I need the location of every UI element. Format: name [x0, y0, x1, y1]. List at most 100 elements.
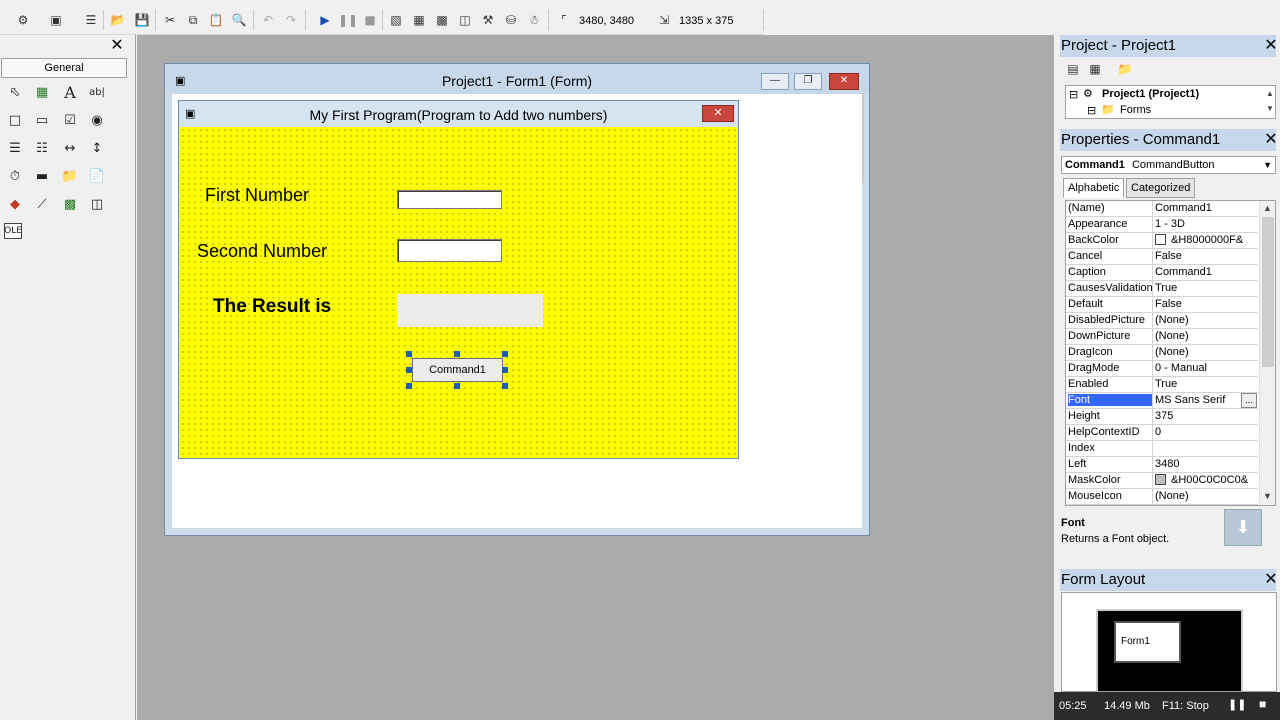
- object-selector[interactable]: Command1 CommandButton ▼: [1061, 156, 1276, 174]
- add-project-icon[interactable]: ⚙: [14, 11, 32, 29]
- ellipsis-button[interactable]: ...: [1241, 393, 1257, 408]
- project-explorer-close-icon[interactable]: ✕: [1261, 35, 1280, 57]
- label-first-number[interactable]: First Number: [205, 185, 309, 206]
- scroll-thumb[interactable]: [1262, 217, 1274, 367]
- break-icon[interactable]: ❚❚: [338, 11, 358, 29]
- copy-icon[interactable]: ⧉: [184, 11, 202, 29]
- property-row[interactable]: DragMode 0 - Manual: [1066, 361, 1258, 377]
- property-value[interactable]: 0 - Manual: [1155, 362, 1207, 374]
- component-manager-icon[interactable]: ☃: [525, 11, 543, 29]
- properties-close-icon[interactable]: ✕: [1261, 129, 1280, 151]
- form1-window[interactable]: ▣ My First Program(Program to Add two nu…: [178, 100, 739, 459]
- property-value[interactable]: True: [1155, 378, 1177, 390]
- second-number-textbox[interactable]: [397, 239, 502, 262]
- property-row[interactable]: (Name) Command1: [1066, 201, 1258, 217]
- view-object-icon[interactable]: ▦: [1086, 60, 1104, 78]
- form-body[interactable]: [180, 127, 737, 458]
- property-value[interactable]: (None): [1155, 490, 1189, 502]
- undo-icon[interactable]: ↶: [259, 11, 277, 29]
- dirlistbox-icon[interactable]: 📁: [59, 165, 81, 187]
- commandbutton-icon[interactable]: ▭: [31, 109, 53, 131]
- optionbutton-icon[interactable]: ◉: [86, 109, 108, 131]
- line-icon[interactable]: ⟋: [31, 193, 53, 215]
- property-value[interactable]: &H00C0C0C0&: [1155, 474, 1248, 486]
- form-layout-close-icon[interactable]: ✕: [1261, 569, 1280, 591]
- property-row[interactable]: Caption Command1: [1066, 265, 1258, 281]
- drivelistbox-icon[interactable]: ▬: [31, 165, 53, 187]
- property-value[interactable]: Command1: [1155, 202, 1212, 214]
- toggle-folders-icon[interactable]: 📁: [1116, 60, 1134, 78]
- property-row[interactable]: Default False: [1066, 297, 1258, 313]
- checkbox-icon[interactable]: ☑: [59, 109, 81, 131]
- tab-alphabetic[interactable]: Alphabetic: [1063, 178, 1125, 198]
- property-row[interactable]: MouseIcon (None): [1066, 489, 1258, 505]
- property-value[interactable]: 1 - 3D: [1155, 218, 1185, 230]
- property-row[interactable]: Enabled True: [1066, 377, 1258, 393]
- redo-icon[interactable]: ↷: [282, 11, 300, 29]
- property-row[interactable]: Appearance 1 - 3D: [1066, 217, 1258, 233]
- label-icon[interactable]: A: [59, 81, 81, 103]
- designer-scrollbar[interactable]: [862, 93, 864, 183]
- chevron-down-icon[interactable]: ▼: [1263, 157, 1272, 173]
- property-row[interactable]: MaskColor &H00C0C0C0&: [1066, 473, 1258, 489]
- start-icon[interactable]: ▶: [316, 11, 334, 29]
- resize-handle[interactable]: [406, 351, 412, 357]
- tree-forms-node[interactable]: Forms: [1120, 104, 1151, 116]
- property-row[interactable]: Left 3480: [1066, 457, 1258, 473]
- toolbox-close-icon[interactable]: ✕: [108, 37, 126, 55]
- designer-close-icon[interactable]: ✕: [829, 73, 859, 90]
- restore-icon[interactable]: ❐: [794, 73, 822, 90]
- textbox-icon[interactable]: ab|: [86, 81, 108, 103]
- resize-handle[interactable]: [502, 351, 508, 357]
- save-project-icon[interactable]: 💾: [133, 11, 151, 29]
- property-value[interactable]: 0: [1155, 426, 1161, 438]
- project-explorer-icon[interactable]: ▧: [387, 11, 405, 29]
- menu-editor-icon[interactable]: ☰: [82, 11, 100, 29]
- stop-icon[interactable]: ■: [1259, 697, 1266, 711]
- timer-icon[interactable]: ⏱: [4, 165, 26, 187]
- property-value[interactable]: False: [1155, 250, 1182, 262]
- resize-handle[interactable]: [454, 383, 460, 389]
- label-result[interactable]: The Result is: [213, 296, 331, 318]
- listbox-icon[interactable]: ☷: [31, 137, 53, 159]
- image-icon[interactable]: ▩: [59, 193, 81, 215]
- tree-collapse-icon[interactable]: ⊟: [1087, 104, 1096, 117]
- properties-window-icon[interactable]: ▦: [410, 11, 428, 29]
- toolbox-tab-general[interactable]: General: [1, 58, 127, 78]
- pointer-icon[interactable]: ⬁: [4, 81, 26, 103]
- end-icon[interactable]: ■: [361, 11, 379, 29]
- property-value[interactable]: MS Sans Serif: [1155, 394, 1225, 406]
- find-icon[interactable]: 🔍: [230, 11, 248, 29]
- property-grid-scrollbar[interactable]: ▲ ▼: [1259, 201, 1275, 505]
- layout-form-thumb[interactable]: Form1: [1114, 621, 1181, 663]
- first-number-textbox[interactable]: [397, 190, 502, 209]
- data-view-icon[interactable]: ⛁: [502, 11, 520, 29]
- property-row[interactable]: DownPicture (None): [1066, 329, 1258, 345]
- label-second-number[interactable]: Second Number: [197, 241, 327, 262]
- picturebox-icon[interactable]: ▦: [31, 81, 53, 103]
- hscrollbar-icon[interactable]: ↔: [59, 137, 81, 159]
- cut-icon[interactable]: ✂: [161, 11, 179, 29]
- property-row[interactable]: Height 375: [1066, 409, 1258, 425]
- property-row[interactable]: Index: [1066, 441, 1258, 457]
- pause-icon[interactable]: ❚❚: [1228, 698, 1246, 711]
- paste-icon[interactable]: 📋: [207, 11, 225, 29]
- form-close-icon[interactable]: ✕: [702, 105, 734, 122]
- property-value[interactable]: Command1: [1155, 266, 1212, 278]
- description-arrow-icon[interactable]: ⬇: [1224, 509, 1262, 546]
- filelistbox-icon[interactable]: 📄: [86, 165, 108, 187]
- vscrollbar-icon[interactable]: ↕: [86, 137, 108, 159]
- property-value[interactable]: True: [1155, 282, 1177, 294]
- open-project-icon[interactable]: 📂: [109, 11, 127, 29]
- resize-handle[interactable]: [454, 351, 460, 357]
- form-layout-icon[interactable]: ▩: [433, 11, 451, 29]
- property-value[interactable]: (None): [1155, 346, 1189, 358]
- property-value[interactable]: (None): [1155, 314, 1189, 326]
- result-label-box[interactable]: [397, 294, 543, 327]
- property-row[interactable]: DisabledPicture (None): [1066, 313, 1258, 329]
- property-row[interactable]: HelpContextID 0: [1066, 425, 1258, 441]
- combobox-icon[interactable]: ☰: [4, 137, 26, 159]
- toolbox-icon[interactable]: ⚒: [479, 11, 497, 29]
- tree-collapse-icon[interactable]: ⊟: [1069, 88, 1078, 101]
- property-row[interactable]: Cancel False: [1066, 249, 1258, 265]
